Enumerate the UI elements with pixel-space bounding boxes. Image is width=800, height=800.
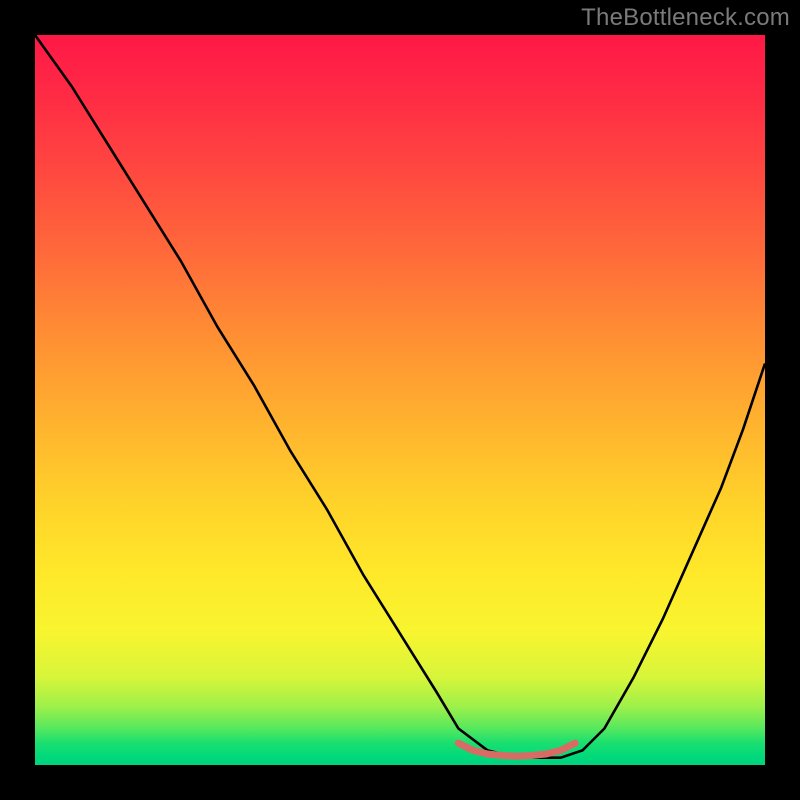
chart-frame: TheBottleneck.com [0,0,800,800]
watermark-text: TheBottleneck.com [581,4,790,32]
optimal-band [458,743,575,756]
plot-area [35,35,765,765]
curves-svg [35,35,765,765]
bottleneck-curve [35,35,765,758]
